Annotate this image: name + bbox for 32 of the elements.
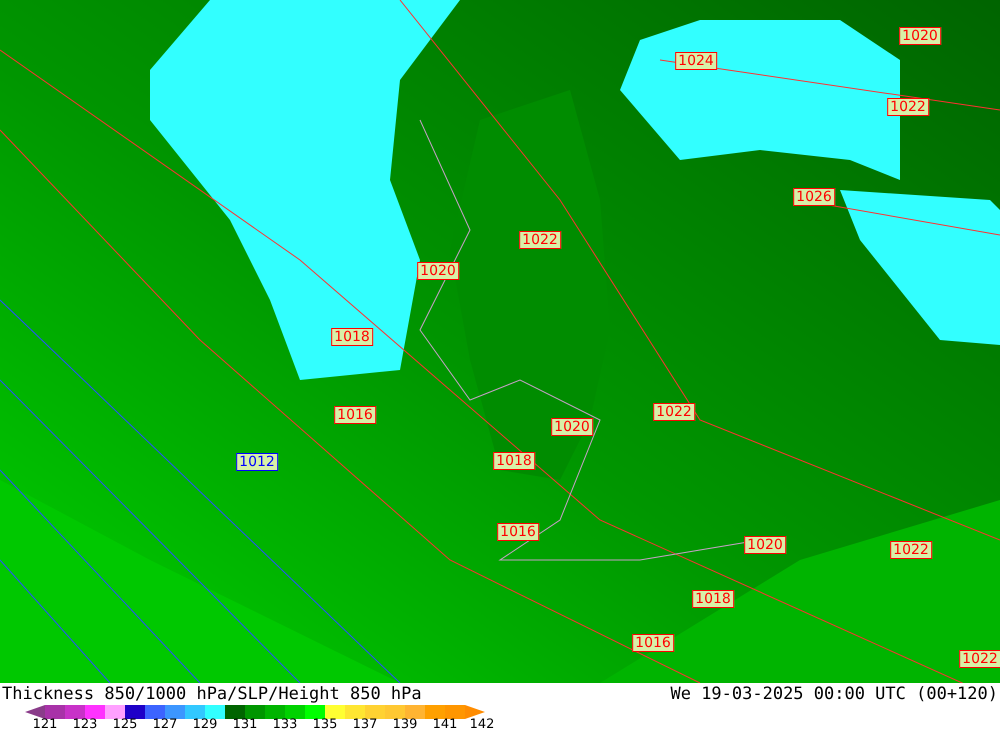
scale-tick-label: 121 <box>32 718 58 732</box>
scale-tick-label: 141 <box>432 718 458 732</box>
valid-time: We 19-03-2025 00:00 UTC (00+120) <box>670 683 998 705</box>
isobar-label: 1016 <box>334 406 376 424</box>
isobar-label: 1018 <box>331 328 373 346</box>
isobar-label: 1022 <box>887 98 929 116</box>
isobar-label: 1022 <box>519 231 561 249</box>
scale-tick-label: 125 <box>112 718 138 732</box>
scale-tick-label: 142 <box>470 718 494 732</box>
isobar-label: 1020 <box>899 27 941 45</box>
isobar-label: 1018 <box>493 452 535 470</box>
isobar-label: 1016 <box>632 634 674 652</box>
scale-tick-label: 137 <box>352 718 378 732</box>
scale-tick-label: 135 <box>312 718 338 732</box>
isobar-label: 1020 <box>417 262 459 280</box>
scale-tick-label: 131 <box>232 718 258 732</box>
isobar-label: 1024 <box>675 52 717 70</box>
scale-tick-label: 129 <box>192 718 218 732</box>
scale-tick-label: 123 <box>72 718 98 732</box>
isobar-label: 1022 <box>653 403 695 421</box>
isobar-label: 1022 <box>890 541 932 559</box>
chart-title: Thickness 850/1000 hPa/SLP/Height 850 hPa <box>2 683 422 705</box>
isobar-label: 1022 <box>959 650 1000 668</box>
isobar-label: 1012 <box>236 453 278 471</box>
scale-tick-label: 133 <box>272 718 298 732</box>
isobar-label: 1020 <box>551 418 593 436</box>
scale-tick-label: 127 <box>152 718 178 732</box>
isobar-label: 1026 <box>793 188 835 206</box>
isobar-label: 1018 <box>692 590 734 608</box>
scale-tick-label: 139 <box>392 718 418 732</box>
isobar-label: 1020 <box>744 536 786 554</box>
isobar-label: 1016 <box>497 523 539 541</box>
